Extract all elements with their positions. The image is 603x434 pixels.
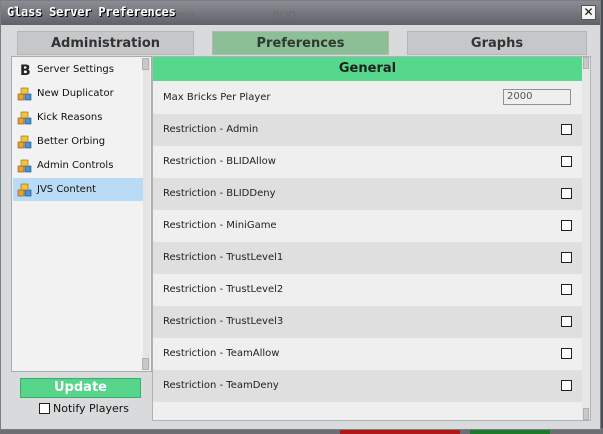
sidebar-item-label: Better Orbing bbox=[37, 136, 106, 147]
restriction-teamallow-checkbox[interactable] bbox=[561, 348, 572, 359]
pref-row-restriction-bliddeny: Restriction - BLIDDeny bbox=[153, 178, 582, 210]
pref-label: Restriction - TeamAllow bbox=[163, 348, 280, 359]
tab-preferences[interactable]: Preferences bbox=[212, 31, 389, 55]
max-bricks-input[interactable]: 2000 bbox=[503, 89, 571, 105]
pref-row-restriction-admin: Restriction - Admin bbox=[153, 114, 582, 146]
tab-graphs[interactable]: Graphs bbox=[407, 31, 587, 55]
restriction-trustlevel3-checkbox[interactable] bbox=[561, 316, 572, 327]
sidebar-scroll-down-handle[interactable] bbox=[142, 358, 149, 370]
sidebar-item-new-duplicator[interactable]: New Duplicator bbox=[13, 82, 143, 105]
sidebar: B Server Settings New Duplicator Kick Re… bbox=[11, 56, 152, 372]
pref-row-restriction-minigame: Restriction - MiniGame bbox=[153, 210, 582, 242]
content-scroll-down-handle[interactable] bbox=[583, 408, 589, 420]
preferences-window: Name BLID Glass Server Preferences ✕ Adm… bbox=[0, 0, 601, 430]
close-button[interactable]: ✕ bbox=[581, 5, 596, 20]
content-scrollbar[interactable] bbox=[582, 57, 590, 420]
pref-label: Restriction - TrustLevel2 bbox=[163, 284, 284, 295]
restriction-minigame-checkbox[interactable] bbox=[561, 220, 572, 231]
pref-label: Restriction - MiniGame bbox=[163, 220, 277, 231]
bricks-icon bbox=[17, 159, 32, 173]
sidebar-item-jvs-content[interactable]: JVS Content bbox=[13, 178, 143, 201]
pref-label: Restriction - TrustLevel3 bbox=[163, 316, 284, 327]
restriction-bliddeny-checkbox[interactable] bbox=[561, 188, 572, 199]
svg-text:B: B bbox=[20, 63, 31, 77]
pref-label: Max Bricks Per Player bbox=[163, 92, 271, 103]
pref-row-restriction-trustlevel3: Restriction - TrustLevel3 bbox=[153, 306, 582, 338]
sidebar-scroll-up-handle[interactable] bbox=[142, 58, 149, 70]
update-button[interactable]: Update bbox=[20, 378, 141, 398]
sidebar-item-kick-reasons[interactable]: Kick Reasons bbox=[13, 106, 143, 129]
pref-row-restriction-blidallow: Restriction - BLIDAllow bbox=[153, 146, 582, 178]
sidebar-item-label: Admin Controls bbox=[37, 160, 114, 171]
bricks-icon bbox=[17, 87, 32, 101]
pref-label: Restriction - BLIDDeny bbox=[163, 188, 276, 199]
tab-bar: Administration Preferences Graphs bbox=[17, 31, 587, 55]
pref-label: Restriction - BLIDAllow bbox=[163, 156, 276, 167]
sidebar-item-better-orbing[interactable]: Better Orbing bbox=[13, 130, 143, 153]
sidebar-item-label: JVS Content bbox=[37, 184, 97, 195]
preferences-panel: General Max Bricks Per Player 2000 Restr… bbox=[152, 56, 591, 421]
close-icon: ✕ bbox=[583, 5, 594, 19]
bricks-icon bbox=[17, 135, 32, 149]
notify-players-label: Notify Players bbox=[53, 402, 129, 415]
pref-label: Restriction - TrustLevel1 bbox=[163, 252, 284, 263]
pref-label: Restriction - TeamDeny bbox=[163, 380, 279, 391]
tab-administration[interactable]: Administration bbox=[17, 31, 194, 55]
sidebar-scrollbar[interactable] bbox=[142, 58, 150, 370]
section-header-general: General bbox=[153, 57, 582, 81]
sidebar-item-label: Server Settings bbox=[37, 64, 114, 75]
restriction-trustlevel1-checkbox[interactable] bbox=[561, 252, 572, 263]
restriction-admin-checkbox[interactable] bbox=[561, 124, 572, 135]
restriction-blidallow-checkbox[interactable] bbox=[561, 156, 572, 167]
pref-row-restriction-teamallow: Restriction - TeamAllow bbox=[153, 338, 582, 370]
title-bar[interactable]: Name BLID Glass Server Preferences ✕ bbox=[1, 1, 600, 25]
sidebar-item-admin-controls[interactable]: Admin Controls bbox=[13, 154, 143, 177]
restriction-teamdeny-checkbox[interactable] bbox=[561, 380, 572, 391]
ghost-label-blid: BLID bbox=[273, 10, 297, 21]
sidebar-item-server-settings[interactable]: B Server Settings bbox=[13, 58, 143, 81]
bricks-icon bbox=[17, 183, 32, 197]
restriction-trustlevel2-checkbox[interactable] bbox=[561, 284, 572, 295]
content-scroll-up-handle[interactable] bbox=[583, 57, 589, 69]
sidebar-item-label: New Duplicator bbox=[37, 88, 114, 99]
bricks-icon bbox=[17, 111, 32, 125]
blockland-b-icon: B bbox=[20, 63, 31, 77]
sidebar-item-label: Kick Reasons bbox=[37, 112, 103, 123]
pref-row-restriction-teamdeny: Restriction - TeamDeny bbox=[153, 370, 582, 402]
window-title: Glass Server Preferences bbox=[7, 5, 176, 19]
pref-row-restriction-trustlevel2: Restriction - TrustLevel2 bbox=[153, 274, 582, 306]
notify-players-checkbox[interactable] bbox=[39, 403, 50, 414]
pref-row-restriction-trustlevel1: Restriction - TrustLevel1 bbox=[153, 242, 582, 274]
pref-label: Restriction - Admin bbox=[163, 124, 259, 135]
pref-row-max-bricks: Max Bricks Per Player 2000 bbox=[153, 82, 582, 114]
